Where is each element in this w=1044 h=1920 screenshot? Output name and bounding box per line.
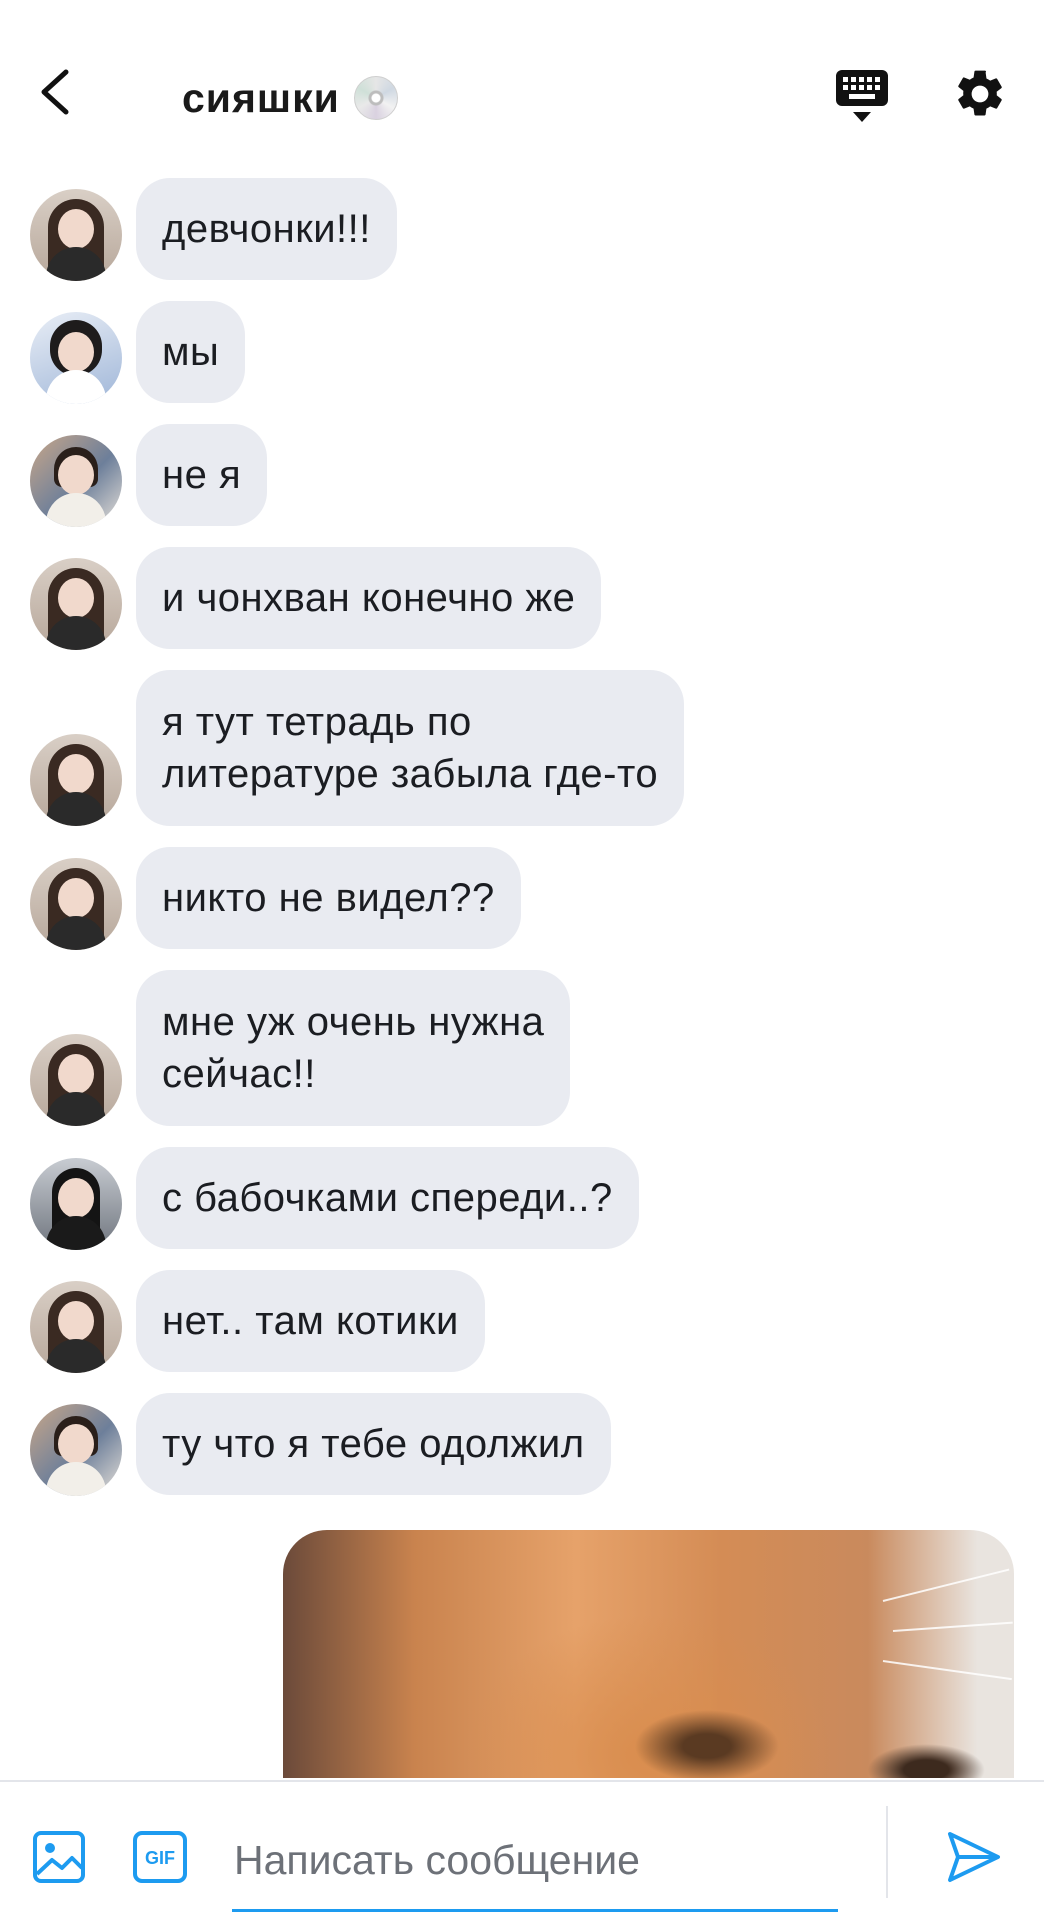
sent-image-cat[interactable]	[283, 1530, 1014, 1778]
message-bubble[interactable]: нет.. там котики	[136, 1270, 485, 1372]
send-button[interactable]	[944, 1828, 1004, 1886]
avatar[interactable]	[30, 189, 122, 281]
image-icon	[33, 1831, 85, 1883]
gear-icon	[958, 70, 1002, 116]
cat-whisker	[882, 1660, 1012, 1681]
message-bubble[interactable]: с бабочками спереди..?	[136, 1147, 639, 1249]
cat-whisker	[882, 1568, 1010, 1602]
keyboard-dismiss-icon	[836, 70, 888, 122]
avatar[interactable]	[30, 858, 122, 950]
settings-button[interactable]	[952, 66, 1008, 122]
chevron-left-icon	[41, 69, 69, 115]
cat-whisker	[892, 1621, 1013, 1632]
message-bubble[interactable]: и чонхван конечно же	[136, 547, 602, 649]
gif-icon: GIF	[133, 1831, 187, 1883]
message-bubble[interactable]: я тут тетрадь по литературе забыла где-т…	[136, 670, 685, 826]
message-bubble[interactable]: девчонки!!!	[136, 178, 397, 280]
composer-divider	[886, 1806, 888, 1898]
cd-disc-icon	[353, 76, 398, 120]
avatar[interactable]	[30, 1034, 122, 1126]
message-input[interactable]	[232, 1812, 838, 1912]
message-bubble[interactable]: мне уж очень нужна сейчас!!	[136, 970, 571, 1126]
message-bubble[interactable]: мы	[136, 301, 246, 403]
avatar[interactable]	[30, 558, 122, 650]
avatar[interactable]	[30, 1158, 122, 1250]
message-bubble[interactable]: ту что я тебе одолжил	[136, 1393, 611, 1495]
avatar[interactable]	[30, 734, 122, 826]
message-bubble[interactable]: никто не видел??	[136, 847, 521, 949]
avatar[interactable]	[30, 312, 122, 404]
avatar[interactable]	[30, 435, 122, 527]
message-composer: GIF	[0, 1780, 1044, 1920]
send-icon	[948, 1832, 1000, 1882]
message-bubble[interactable]: не я	[136, 424, 268, 526]
message-list[interactable]: девчонки!!! мы не я и чонхван конечно же…	[0, 176, 1044, 1778]
chat-header: сияшки	[0, 0, 1044, 176]
chat-title-group[interactable]: сияшки	[182, 70, 398, 126]
avatar[interactable]	[30, 1281, 122, 1373]
attach-image-button[interactable]	[32, 1830, 86, 1884]
keyboard-toggle-button[interactable]	[834, 66, 890, 124]
gif-label: GIF	[145, 1848, 175, 1868]
attach-gif-button[interactable]: GIF	[132, 1830, 188, 1884]
chat-title: сияшки	[182, 74, 340, 121]
avatar[interactable]	[30, 1404, 122, 1496]
back-button[interactable]	[30, 62, 90, 122]
